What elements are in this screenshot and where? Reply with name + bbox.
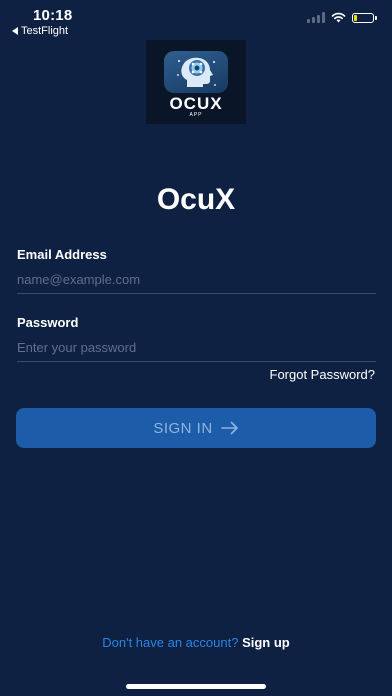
signup-row: Don't have an account? Sign up xyxy=(0,635,392,650)
app-logo: OCUX APP xyxy=(146,40,246,124)
back-to-app-link[interactable]: TestFlight xyxy=(12,25,68,37)
status-indicators xyxy=(307,12,377,23)
email-field[interactable] xyxy=(17,265,376,294)
signup-prompt: Don't have an account? xyxy=(102,635,243,650)
password-field[interactable] xyxy=(17,333,376,362)
battery-icon xyxy=(352,12,377,23)
sign-in-label: SIGN IN xyxy=(153,419,213,437)
status-time: 10:18 xyxy=(33,7,73,24)
back-app-label: TestFlight xyxy=(21,25,69,37)
logo-name: OCUX xyxy=(169,94,223,113)
back-triangle-icon xyxy=(12,27,18,35)
brain-head-icon xyxy=(164,51,228,93)
forgot-password-link[interactable]: Forgot Password? xyxy=(270,367,376,382)
home-indicator xyxy=(126,684,266,689)
email-label: Email Address xyxy=(17,247,107,262)
arrow-right-icon xyxy=(220,421,238,435)
page-title: OcuX xyxy=(156,183,236,216)
login-screen: 10:18 TestFlight OCUX APP OcuX Email Add… xyxy=(0,0,392,696)
logo-subtitle: APP xyxy=(189,112,203,118)
sign-up-link[interactable]: Sign up xyxy=(242,635,290,650)
cellular-signal-icon xyxy=(307,12,325,23)
password-label: Password xyxy=(17,315,79,330)
sign-in-button[interactable]: SIGN IN xyxy=(16,408,376,448)
wifi-icon xyxy=(331,12,346,23)
